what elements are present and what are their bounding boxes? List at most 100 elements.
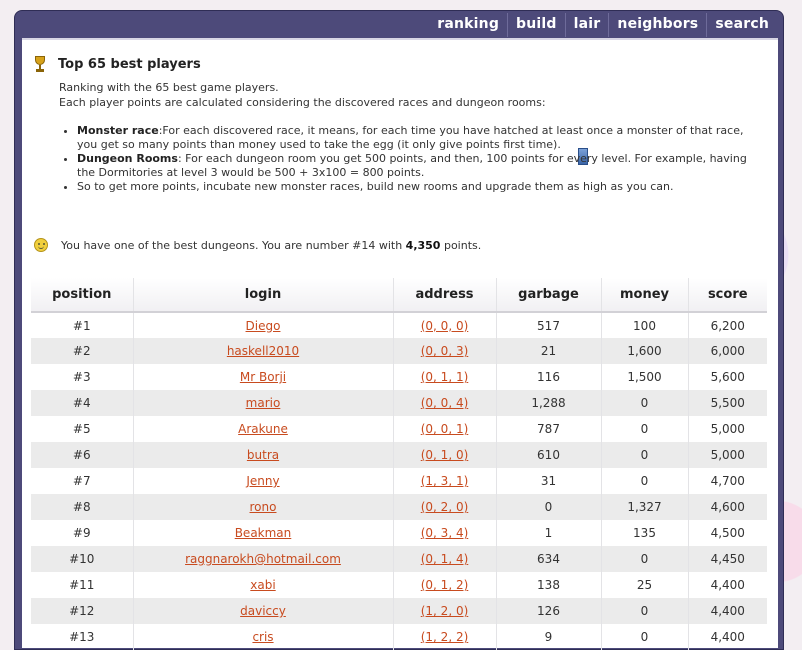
ranking-rows: #1 Diego (0, 0, 0) 517 100 6,200 #2 haskell2010… — [31, 312, 767, 650]
money-cell: 0 — [601, 468, 689, 494]
score-cell: 6,000 — [688, 338, 767, 364]
address-cell: (1, 2, 2) — [393, 624, 497, 650]
login-link[interactable]: haskell2010 — [227, 344, 299, 358]
nav-ranking[interactable]: ranking — [429, 13, 507, 43]
address-link[interactable]: (0, 2, 0) — [421, 500, 469, 514]
page-title: Top 65 best players — [58, 56, 201, 72]
position-cell: #10 — [31, 546, 134, 572]
address-link[interactable]: (0, 1, 2) — [421, 578, 469, 592]
table-row: #7 Jenny (1, 3, 1) 31 0 4,700 — [31, 468, 767, 494]
login-link[interactable]: mario — [246, 396, 281, 410]
position-cell: #5 — [31, 416, 134, 442]
address-cell: (0, 0, 1) — [393, 416, 497, 442]
col-score[interactable]: score — [688, 278, 767, 313]
position-cell: #1 — [31, 312, 134, 338]
login-link[interactable]: xabi — [250, 578, 275, 592]
money-cell: 1,600 — [601, 338, 689, 364]
garbage-cell: 0 — [496, 494, 602, 520]
col-login[interactable]: login — [133, 278, 394, 313]
page-header: Top 65 best players — [32, 56, 201, 72]
login-link[interactable]: Diego — [246, 319, 281, 333]
table-row: #11 xabi (0, 1, 2) 138 25 4,400 — [31, 572, 767, 598]
address-link[interactable]: (0, 1, 1) — [421, 370, 469, 384]
login-cell: cris — [133, 624, 394, 650]
address-link[interactable]: (1, 2, 0) — [421, 604, 469, 618]
login-link[interactable]: raggnarokh@hotmail.com — [185, 552, 341, 566]
garbage-cell: 634 — [496, 546, 602, 572]
score-cell: 4,500 — [710, 526, 745, 540]
address-cell: (0, 1, 2) — [393, 572, 497, 598]
money-cell: 0 — [601, 598, 689, 624]
address-cell: (0, 3, 4) — [393, 520, 497, 546]
login-cell: Diego — [133, 312, 394, 338]
address-link[interactable]: (0, 0, 0) — [421, 319, 469, 333]
money-cell: 1,327 — [601, 494, 689, 520]
address-link[interactable]: (1, 2, 2) — [421, 630, 469, 644]
money-cell: 0 — [601, 416, 689, 442]
address-cell: (0, 1, 1) — [393, 364, 497, 390]
score-cell: 4,400 — [688, 598, 767, 624]
score-cell: 4,700 — [710, 474, 745, 488]
position-cell: #6 — [31, 442, 134, 468]
login-cell: rono — [133, 494, 394, 520]
position-cell: #13 — [31, 624, 134, 650]
table-row: #9 Beakman (0, 3, 4) 1 135 4,500 — [31, 520, 767, 546]
login-cell: mario — [133, 390, 394, 416]
login-link[interactable]: Mr Borji — [240, 370, 286, 384]
garbage-cell: 21 — [496, 338, 602, 364]
login-link[interactable]: Beakman — [235, 526, 292, 540]
address-link[interactable]: (0, 0, 1) — [421, 422, 469, 436]
nav-neighbors[interactable]: neighbors — [608, 13, 706, 37]
login-link[interactable]: Arakune — [238, 422, 288, 436]
table-row: #5 Arakune (0, 0, 1) 787 0 5,000 — [31, 416, 767, 442]
login-link[interactable]: cris — [252, 630, 273, 644]
garbage-cell: 610 — [496, 442, 602, 468]
address-link[interactable]: (1, 3, 1) — [421, 474, 469, 488]
garbage-cell: 9 — [496, 624, 602, 650]
intro-line-2: Each player points are calculated consid… — [59, 96, 546, 109]
col-garbage[interactable]: garbage — [496, 278, 602, 313]
garbage-cell: 787 — [496, 416, 602, 442]
player-status: You have one of the best dungeons. You a… — [34, 238, 481, 252]
nav-search[interactable]: search — [706, 13, 777, 37]
login-link[interactable]: butra — [247, 448, 279, 462]
login-link[interactable]: daviccy — [240, 604, 286, 618]
address-link[interactable]: (0, 1, 0) — [421, 448, 469, 462]
content-panel: Top 65 best players Ranking with the 65 … — [22, 38, 778, 650]
address-cell: (0, 1, 0) — [393, 442, 497, 468]
address-link[interactable]: (0, 0, 3) — [421, 344, 469, 358]
position-cell: #9 — [31, 520, 134, 546]
table-row: #12 daviccy (1, 2, 0) 126 0 4,400 — [31, 598, 767, 624]
score-cell: 4,450 — [688, 546, 767, 572]
money-cell: 25 — [601, 572, 689, 598]
table-header-row: position login address garbage money sco… — [31, 278, 767, 313]
address-link[interactable]: (0, 0, 4) — [421, 396, 469, 410]
table-row: #8 rono (0, 2, 0) 0 1,327 4,600 — [31, 494, 767, 520]
login-cell: Mr Borji — [133, 364, 394, 390]
login-link[interactable]: rono — [250, 500, 277, 514]
garbage-cell: 138 — [496, 572, 602, 598]
garbage-cell: 31 — [496, 468, 602, 494]
smiley-icon — [34, 238, 48, 252]
table-row: #3 Mr Borji (0, 1, 1) 116 1,500 5,600 — [31, 364, 767, 390]
login-link[interactable]: Jenny — [246, 474, 279, 488]
address-link[interactable]: (0, 3, 4) — [421, 526, 469, 540]
col-position[interactable]: position — [31, 278, 134, 313]
top-navigation: ranking build lair neighbors search — [429, 13, 777, 43]
table-row: #2 haskell2010 (0, 0, 3) 21 1,600 6,000 — [31, 338, 767, 364]
address-cell: (0, 2, 0) — [393, 494, 497, 520]
money-cell: 100 — [601, 312, 689, 338]
login-cell: daviccy — [133, 598, 394, 624]
col-address[interactable]: address — [393, 278, 497, 313]
score-cell: 6,200 — [710, 318, 745, 333]
address-link[interactable]: (0, 1, 4) — [421, 552, 469, 566]
nav-lair[interactable]: lair — [564, 13, 609, 37]
table-row: #13 cris (1, 2, 2) 9 0 4,400 — [31, 624, 767, 650]
nav-build[interactable]: build — [507, 13, 565, 37]
score-cell: 4,600 — [688, 494, 767, 520]
col-money[interactable]: money — [601, 278, 689, 313]
login-cell: raggnarokh@hotmail.com — [133, 546, 394, 572]
position-cell: #11 — [31, 572, 134, 598]
ranking-table: position login address garbage money sco… — [31, 278, 767, 650]
position-cell: #8 — [31, 494, 134, 520]
